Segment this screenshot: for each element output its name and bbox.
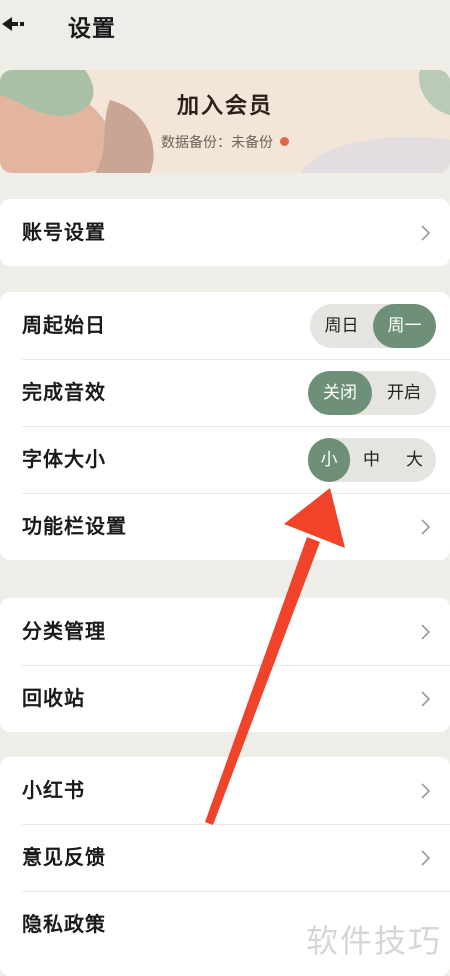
font-size-row: 字体大小 小 中 大 xyxy=(0,426,450,493)
backup-status-text: 数据备份：未备份 xyxy=(161,135,273,151)
watermark: 软件技巧 xyxy=(305,922,442,960)
category-management-label: 分类管理 xyxy=(22,619,106,643)
backup-status-dot xyxy=(280,137,289,146)
sound-off[interactable]: 关闭 xyxy=(308,371,372,415)
xiaohongshu-row[interactable]: 小红书 xyxy=(0,757,450,824)
feedback-label: 意见反馈 xyxy=(22,845,106,869)
category-management-row[interactable]: 分类管理 xyxy=(0,598,450,665)
font-size-label: 字体大小 xyxy=(22,447,106,471)
account-settings-label: 账号设置 xyxy=(22,220,106,244)
week-start-sunday[interactable]: 周日 xyxy=(310,304,373,348)
toolbar-settings-label: 功能栏设置 xyxy=(22,514,127,538)
completion-sound-toggle[interactable]: 关闭 开启 xyxy=(308,371,436,415)
privacy-policy-label: 隐私政策 xyxy=(22,912,106,936)
account-card: 账号设置 xyxy=(0,199,450,266)
management-card: 分类管理 回收站 xyxy=(0,598,450,732)
completion-sound-row: 完成音效 关闭 开启 xyxy=(0,359,450,426)
xiaohongshu-label: 小红书 xyxy=(22,778,85,802)
banner-decoration xyxy=(0,70,450,173)
back-arrow-icon[interactable] xyxy=(0,14,30,34)
font-size-medium[interactable]: 中 xyxy=(350,438,393,482)
recycle-bin-row[interactable]: 回收站 xyxy=(0,665,450,732)
chevron-right-icon xyxy=(421,850,431,866)
font-size-toggle[interactable]: 小 中 大 xyxy=(308,438,436,482)
chevron-right-icon xyxy=(421,519,431,535)
week-start-toggle[interactable]: 周日 周一 xyxy=(310,304,436,348)
chevron-right-icon xyxy=(421,624,431,640)
week-start-monday[interactable]: 周一 xyxy=(373,304,436,348)
sound-on[interactable]: 开启 xyxy=(372,371,436,415)
feedback-row[interactable]: 意见反馈 xyxy=(0,824,450,891)
header: 设置 xyxy=(0,0,450,50)
week-start-row: 周起始日 周日 周一 xyxy=(0,292,450,359)
page-title: 设置 xyxy=(68,16,116,42)
completion-sound-label: 完成音效 xyxy=(22,380,106,404)
account-settings-row[interactable]: 账号设置 xyxy=(0,199,450,266)
preferences-card: 周起始日 周日 周一 完成音效 关闭 开启 字体大小 小 中 大 功能栏设置 xyxy=(0,292,450,560)
week-start-label: 周起始日 xyxy=(22,313,106,337)
font-size-small[interactable]: 小 xyxy=(308,438,350,482)
chevron-right-icon xyxy=(421,783,431,799)
membership-banner[interactable]: 加入会员 数据备份：未备份 xyxy=(0,70,450,173)
recycle-bin-label: 回收站 xyxy=(22,686,85,710)
chevron-right-icon xyxy=(421,691,431,707)
chevron-right-icon xyxy=(421,225,431,241)
banner-title: 加入会员 xyxy=(176,94,273,119)
font-size-large[interactable]: 大 xyxy=(393,438,436,482)
toolbar-settings-row[interactable]: 功能栏设置 xyxy=(0,493,450,560)
backup-status: 数据备份：未备份 xyxy=(0,132,450,152)
